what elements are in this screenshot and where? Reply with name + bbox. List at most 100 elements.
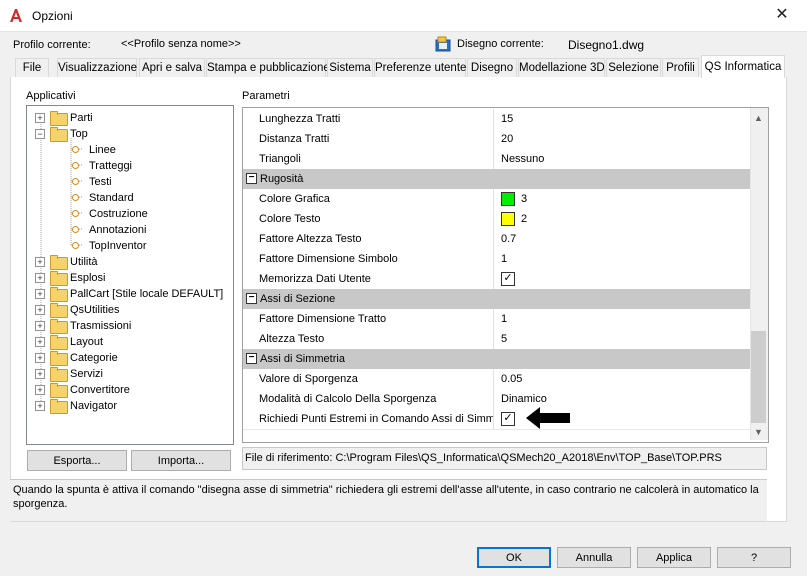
category-row[interactable]: − Assi di Simmetria	[243, 349, 751, 370]
profile-label: Profilo corrente:	[13, 39, 91, 51]
expand-icon[interactable]: +	[35, 321, 45, 331]
tree-item[interactable]: Costruzione	[30, 206, 230, 222]
property-name: Richiedi Punti Estremi in Comando Assi d…	[259, 409, 494, 429]
tree-item[interactable]: Tratteggi	[30, 158, 230, 174]
color-swatch	[501, 212, 515, 227]
import-button[interactable]: Importa...	[131, 450, 231, 471]
tab-visualizzazione[interactable]: Visualizzazione	[57, 58, 137, 77]
property-value[interactable]: 1	[501, 309, 507, 329]
ok-button[interactable]: OK	[477, 547, 551, 568]
property-row[interactable]: Richiedi Punti Estremi in Comando Assi d…	[243, 409, 751, 430]
tab-preferenze-utente[interactable]: Preferenze utente	[374, 58, 466, 77]
tree-item[interactable]: TopInventor	[30, 238, 230, 254]
expand-icon[interactable]: +	[35, 113, 45, 123]
checkbox[interactable]: ✓	[501, 272, 515, 286]
tree-item[interactable]: − Top	[30, 126, 230, 142]
tree-item[interactable]: + Esplosi	[30, 270, 230, 286]
export-button[interactable]: Esporta...	[27, 450, 127, 471]
expand-icon[interactable]: +	[35, 369, 45, 379]
tree-item[interactable]: + PallCart [Stile locale DEFAULT]	[30, 286, 230, 302]
property-name: Fattore Dimensione Simbolo	[259, 249, 494, 269]
tree-item[interactable]: + Parti	[30, 110, 230, 126]
collapse-icon[interactable]: −	[246, 353, 257, 364]
close-icon[interactable]: ✕	[771, 5, 793, 25]
tab-qs-informatica[interactable]: QS Informatica	[701, 55, 785, 78]
property-row[interactable]: Altezza Testo 5	[243, 329, 751, 350]
tree-item-label: Categorie	[70, 352, 118, 364]
tab-apri-e-salva[interactable]: Apri e salva	[139, 58, 205, 77]
tree-item[interactable]: + Servizi	[30, 366, 230, 382]
category-row[interactable]: − Rugosità	[243, 169, 751, 190]
tab-modellazione-3d[interactable]: Modellazione 3D	[518, 58, 605, 77]
expand-icon[interactable]: +	[35, 385, 45, 395]
tab-selezione[interactable]: Selezione	[606, 58, 661, 77]
tree-item[interactable]: + Utilità	[30, 254, 230, 270]
drawing-value: Disegno1.dwg	[568, 38, 645, 52]
tab-file[interactable]: File	[15, 58, 49, 77]
tree-item-label: Parti	[70, 112, 93, 124]
property-value[interactable]: 3	[501, 189, 527, 209]
expand-icon[interactable]: +	[35, 305, 45, 315]
tree-item[interactable]: + Convertitore	[30, 382, 230, 398]
property-row[interactable]: Triangoli Nessuno	[243, 149, 751, 170]
expand-icon[interactable]: +	[35, 289, 45, 299]
tree-item[interactable]: Testi	[30, 174, 230, 190]
property-value[interactable]: Nessuno	[501, 149, 544, 169]
tab-sistema[interactable]: Sistema	[327, 58, 373, 77]
collapse-icon[interactable]: −	[246, 293, 257, 304]
tree-item[interactable]: Annotazioni	[30, 222, 230, 238]
folder-icon	[50, 367, 68, 382]
property-grid: Lunghezza Tratti 15 Distanza Tratti 20 Trian…	[242, 107, 769, 443]
scroll-up-icon[interactable]: ▲	[751, 111, 766, 126]
checkbox[interactable]: ✓	[501, 412, 515, 426]
property-value[interactable]: 0.7	[501, 229, 516, 249]
scroll-down-icon[interactable]: ▼	[751, 425, 766, 440]
property-value[interactable]: 2	[501, 209, 527, 229]
node-circle-icon	[72, 242, 79, 249]
property-value[interactable]: 20	[501, 129, 513, 149]
property-row[interactable]: Fattore Altezza Testo 0.7	[243, 229, 751, 250]
tree-item[interactable]: Standard	[30, 190, 230, 206]
property-row[interactable]: Distanza Tratti 20	[243, 129, 751, 150]
scrollbar-thumb[interactable]	[751, 331, 766, 423]
tree-item[interactable]: + Navigator	[30, 398, 230, 414]
property-row[interactable]: Memorizza Dati Utente ✓	[243, 269, 751, 290]
expand-icon[interactable]: +	[35, 257, 45, 267]
property-value[interactable]: 0.05	[501, 369, 522, 389]
collapse-icon[interactable]: −	[246, 173, 257, 184]
apply-button[interactable]: Applica	[637, 547, 711, 568]
cancel-button[interactable]: Annulla	[557, 547, 631, 568]
tree-item-label: Layout	[70, 336, 104, 348]
property-name: Modalità di Calcolo Della Sporgenza	[259, 389, 494, 409]
property-row[interactable]: Fattore Dimensione Tratto 1	[243, 309, 751, 330]
tree-item[interactable]: Linee	[30, 142, 230, 158]
tree-item[interactable]: + QsUtilities	[30, 302, 230, 318]
property-row[interactable]: Lunghezza Tratti 15	[243, 109, 751, 130]
property-name: Triangoli	[259, 149, 494, 169]
folder-icon	[50, 319, 68, 334]
expand-icon[interactable]: +	[35, 401, 45, 411]
expand-icon[interactable]: +	[35, 273, 45, 283]
expand-icon[interactable]: +	[35, 353, 45, 363]
property-row[interactable]: Valore di Sporgenza 0.05	[243, 369, 751, 390]
tree-item[interactable]: + Categorie	[30, 350, 230, 366]
property-name: Fattore Dimensione Tratto	[259, 309, 494, 329]
property-value[interactable]: 1	[501, 249, 507, 269]
tab-disegno[interactable]: Disegno	[467, 58, 517, 77]
property-row[interactable]: Colore Grafica 3	[243, 189, 751, 210]
property-row[interactable]: Colore Testo 2	[243, 209, 751, 230]
property-value[interactable]: 15	[501, 109, 513, 129]
property-value[interactable]: 5	[501, 329, 507, 349]
help-button[interactable]: ?	[717, 547, 791, 568]
category-label: Assi di Sezione	[260, 293, 336, 305]
tab-stampa-e-pubblicazione[interactable]: Stampa e pubblicazione	[206, 58, 330, 77]
tree-item[interactable]: + Layout	[30, 334, 230, 350]
collapse-icon[interactable]: −	[35, 129, 45, 139]
category-row[interactable]: − Assi di Sezione	[243, 289, 751, 310]
tree-item[interactable]: + Trasmissioni	[30, 318, 230, 334]
tab-profili[interactable]: Profili	[662, 58, 699, 77]
category-label: Assi di Simmetria	[260, 353, 345, 365]
property-row[interactable]: Modalità di Calcolo Della Sporgenza Dinam…	[243, 389, 751, 410]
expand-icon[interactable]: +	[35, 337, 45, 347]
property-row[interactable]: Fattore Dimensione Simbolo 1	[243, 249, 751, 270]
